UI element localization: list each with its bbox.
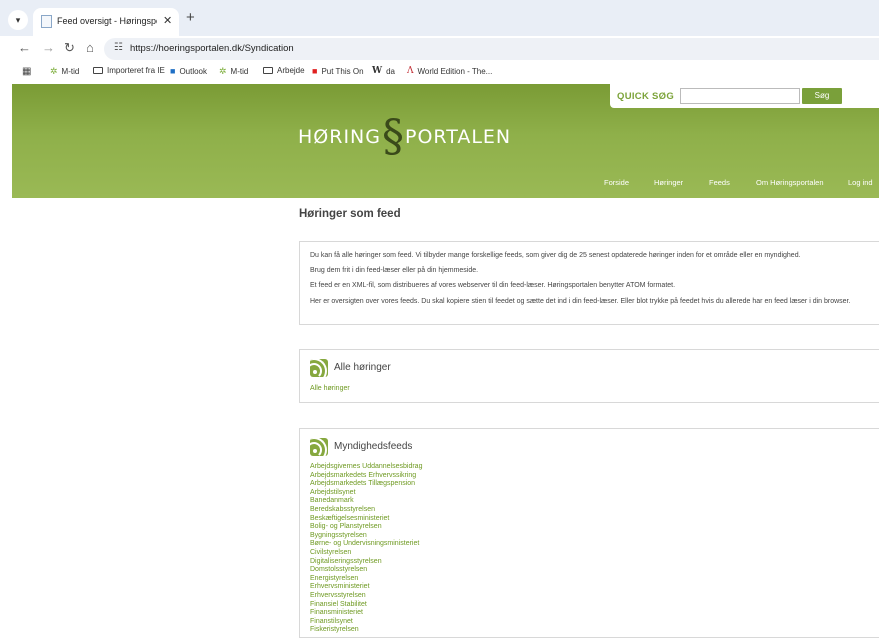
quick-search: QUICK SØG Søg bbox=[610, 84, 879, 108]
page-title: Høringer som feed bbox=[299, 208, 401, 220]
authority-feed-link[interactable]: Arbejdsgivernes Uddannelsesbidrag bbox=[310, 463, 422, 472]
back-arrow-icon[interactable]: ← bbox=[18, 40, 31, 55]
web-page: HØRING § PORTALEN Forside Høringer Feeds… bbox=[0, 82, 879, 638]
authority-feed-link[interactable]: Erhvervsministeriet bbox=[310, 583, 422, 592]
bookmarks-bar: ▦ ✲ M-tid Importeret fra IE ■ Outlook ✲ M-t… bbox=[0, 62, 879, 82]
page-favicon-icon bbox=[41, 15, 52, 28]
authority-feeds-box: Myndighedsfeeds Arbejdsgivernes Uddannel… bbox=[299, 428, 879, 638]
app-icon: ✲ bbox=[50, 66, 58, 76]
tab-title: Feed oversigt - Høringsportalen bbox=[57, 16, 157, 26]
nav-feeds[interactable]: Feeds bbox=[709, 178, 730, 187]
close-tab-icon[interactable]: ✕ bbox=[163, 14, 172, 27]
authority-feed-link[interactable]: Bolig- og Planstyrelsen bbox=[310, 523, 422, 532]
apps-grid-icon[interactable]: ▦ bbox=[22, 66, 31, 77]
intro-box: Du kan få alle høringer som feed. Vi til… bbox=[299, 241, 879, 325]
bookmark-importeret-fra-ie[interactable]: Importeret fra IE bbox=[93, 66, 165, 75]
rss-icon bbox=[310, 438, 328, 456]
authority-feed-link[interactable]: Arbejdstilsynet bbox=[310, 489, 422, 498]
bookmark-m-tid[interactable]: ✲ M-tid bbox=[50, 66, 79, 77]
site-info-icon[interactable]: ☷ bbox=[114, 42, 123, 53]
intro-paragraph: Her er oversigten over vores feeds. Du s… bbox=[310, 298, 851, 305]
authority-feeds-heading: Myndighedsfeeds bbox=[334, 441, 413, 452]
authority-feed-link[interactable]: Bygningsstyrelsen bbox=[310, 532, 422, 541]
tab-search-dropdown-icon[interactable]: ▾ bbox=[8, 10, 28, 30]
browser-tab[interactable]: Feed oversigt - Høringsportalen ✕ bbox=[33, 8, 179, 36]
authority-feed-link[interactable]: Finansministeriet bbox=[310, 609, 422, 618]
authority-feed-link[interactable]: Digitaliseringsstyrelsen bbox=[310, 558, 422, 567]
authority-feed-link[interactable]: Børne- og Undervisningsministeriet bbox=[310, 540, 422, 549]
authority-feed-link[interactable]: Civilstyrelsen bbox=[310, 549, 422, 558]
authority-feed-link[interactable]: Arbejdsmarkedets Erhvervssikring bbox=[310, 472, 422, 481]
authority-feed-link[interactable]: Beskæftigelsesministeriet bbox=[310, 515, 422, 524]
authority-feed-list: Arbejdsgivernes Uddannelsesbidrag Arbejd… bbox=[310, 463, 422, 635]
ft-icon: Λ bbox=[407, 66, 414, 76]
quick-search-input[interactable] bbox=[680, 88, 800, 104]
all-hearings-heading: Alle høringer bbox=[334, 362, 391, 373]
quick-search-label: QUICK SØG bbox=[617, 91, 675, 102]
authority-feed-link[interactable]: Finanstilsynet bbox=[310, 618, 422, 627]
nav-horinger[interactable]: Høringer bbox=[654, 178, 683, 187]
bookmark-outlook[interactable]: ■ Outlook bbox=[170, 66, 207, 76]
rss-icon bbox=[310, 359, 328, 377]
reload-icon[interactable]: ↻ bbox=[64, 40, 75, 56]
app-icon: ✲ bbox=[219, 66, 227, 76]
new-tab-icon[interactable]: + bbox=[186, 9, 195, 26]
all-hearings-feed-link[interactable]: Alle høringer bbox=[310, 385, 350, 392]
header-scalloped-edge bbox=[12, 194, 879, 200]
bookmark-m-tid-2[interactable]: ✲ M-tid bbox=[219, 66, 248, 77]
browser-toolbar: ← → ↻ ⌂ ☷ https://hoeringsportalen.dk/Sy… bbox=[0, 36, 879, 62]
all-hearings-box: Alle høringer Alle høringer bbox=[299, 349, 879, 403]
authority-feed-link[interactable]: Erhvervsstyrelsen bbox=[310, 592, 422, 601]
search-button[interactable]: Søg bbox=[802, 88, 842, 104]
address-bar[interactable]: ☷ https://hoeringsportalen.dk/Syndicatio… bbox=[104, 38, 879, 60]
folder-icon bbox=[263, 67, 273, 74]
authority-feed-link[interactable]: Finansiel Stabilitet bbox=[310, 601, 422, 610]
nav-log-ind[interactable]: Log ind bbox=[848, 178, 873, 187]
intro-paragraph: Et feed er en XML-fil, som distribueres … bbox=[310, 282, 676, 289]
home-icon[interactable]: ⌂ bbox=[86, 40, 94, 55]
authority-feed-link[interactable]: Beredskabsstyrelsen bbox=[310, 506, 422, 515]
intro-paragraph: Brug dem frit i din feed-læser eller på … bbox=[310, 267, 479, 274]
forward-arrow-icon[interactable]: → bbox=[42, 40, 55, 55]
url-text[interactable]: https://hoeringsportalen.dk/Syndication bbox=[130, 43, 294, 54]
browser-tab-strip: ▾ Feed oversigt - Høringsportalen ✕ + bbox=[0, 0, 879, 36]
folder-icon bbox=[93, 67, 103, 74]
intro-paragraph: Du kan få alle høringer som feed. Vi til… bbox=[310, 252, 801, 259]
nav-forside[interactable]: Forside bbox=[604, 178, 629, 187]
authority-feed-link[interactable]: Domstolsstyrelsen bbox=[310, 566, 422, 575]
outlook-icon: ■ bbox=[170, 66, 176, 76]
site-logo[interactable]: HØRING § PORTALEN bbox=[298, 110, 528, 164]
logo-text-right: PORTALEN bbox=[404, 126, 512, 148]
bookmark-arbejde[interactable]: Arbejde bbox=[263, 66, 305, 75]
red-square-icon: ■ bbox=[312, 66, 318, 76]
paragraph-sign-icon: § bbox=[381, 111, 404, 162]
bookmark-world-edition[interactable]: Λ World Edition - The... bbox=[407, 66, 492, 76]
authority-feed-link[interactable]: Arbejdsmarkedets Tillægspension bbox=[310, 480, 422, 489]
wikipedia-icon: W bbox=[372, 66, 383, 76]
bookmark-put-this-on[interactable]: ■ Put This On bbox=[312, 66, 364, 76]
bookmark-da[interactable]: Wda bbox=[372, 66, 395, 76]
nav-om-horingsportalen[interactable]: Om Høringsportalen bbox=[756, 178, 824, 187]
authority-feed-link[interactable]: Banedanmark bbox=[310, 497, 422, 506]
authority-feed-link[interactable]: Energistyrelsen bbox=[310, 575, 422, 584]
logo-text-left: HØRING bbox=[298, 126, 381, 148]
